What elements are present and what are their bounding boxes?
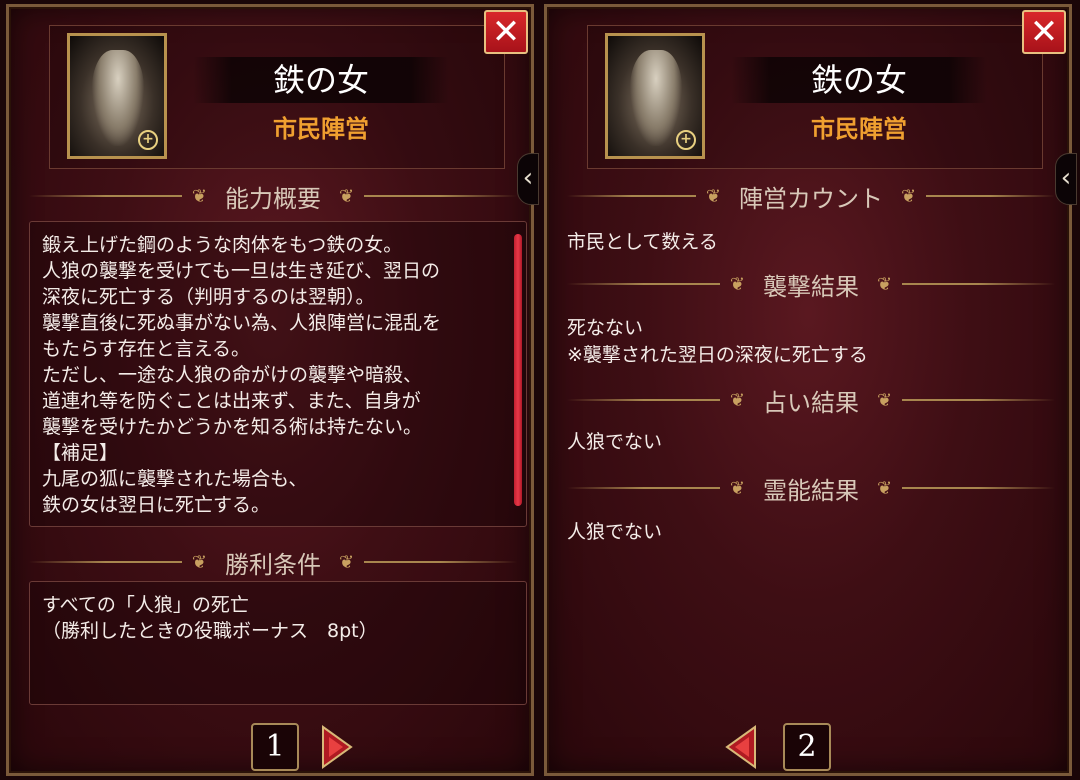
section-win-header: ❦ 勝利条件 ❦	[29, 545, 517, 579]
ability-text-box[interactable]: 鍛え上げた鋼のような肉体をもつ鉄の女。 人狼の襲撃を受けても一旦は生き延び、翌日…	[29, 221, 527, 527]
arrow-left-icon[interactable]	[725, 723, 759, 771]
zoom-icon[interactable]: +	[676, 130, 696, 150]
ornament-icon: ❦	[729, 389, 745, 411]
section-title: 霊能結果	[763, 476, 859, 505]
chevron-left-icon[interactable]: ‹	[1055, 153, 1077, 205]
section-title: 勝利条件	[225, 550, 321, 579]
section-title: 襲撃結果	[763, 272, 859, 301]
ornament-icon: ❦	[877, 477, 893, 499]
ornament-icon: ❦	[877, 273, 893, 295]
ornament-icon: ❦	[901, 185, 917, 207]
role-faction: 市民陣営	[273, 115, 369, 143]
section-text: 市民として数える	[567, 231, 718, 253]
section-text: 人狼でない	[567, 431, 663, 453]
role-name: 鉄の女	[731, 57, 987, 103]
arrow-right-icon[interactable]	[319, 723, 353, 771]
role-faction: 市民陣営	[811, 115, 907, 143]
portrait-figure	[92, 50, 144, 146]
section-title: 能力概要	[225, 184, 321, 213]
ornament-icon: ❦	[339, 185, 355, 207]
section-header: ❦ 占い結果 ❦	[567, 383, 1055, 417]
scrollbar[interactable]	[514, 234, 522, 506]
role-name: 鉄の女	[193, 57, 449, 103]
section-header: ❦ 霊能結果 ❦	[567, 471, 1055, 505]
close-icon: ✕	[491, 12, 521, 52]
ornament-icon: ❦	[191, 185, 207, 207]
zoom-icon[interactable]: +	[138, 130, 158, 150]
ornament-icon: ❦	[877, 389, 893, 411]
win-text-box: すべての「人狼」の死亡 （勝利したときの役職ボーナス 8pt）	[29, 581, 527, 705]
close-button[interactable]: ✕	[1022, 10, 1066, 54]
section-text: 死なない ※襲撃された翌日の深夜に死亡する	[567, 317, 868, 366]
close-icon: ✕	[1029, 12, 1059, 52]
page-number: 2	[783, 723, 831, 771]
win-condition-text: すべての「人狼」の死亡 （勝利したときの役職ボーナス 8pt）	[42, 594, 378, 642]
ornament-icon: ❦	[191, 551, 207, 573]
chevron-left-icon[interactable]: ‹	[517, 153, 539, 205]
ornament-icon: ❦	[729, 477, 745, 499]
role-card-page-1: + 鉄の女 市民陣営 ✕ ‹ ❦ 能力概要 ❦ 鍛え上げた鋼のような肉体をもつ鉄…	[6, 4, 539, 776]
ability-text: 鍛え上げた鋼のような肉体をもつ鉄の女。 人狼の襲撃を受けても一旦は生き延び、翌日…	[42, 234, 442, 516]
close-button[interactable]: ✕	[484, 10, 528, 54]
section-text: 人狼でない	[567, 521, 663, 543]
section-title: 陣営カウント	[739, 184, 883, 213]
ornament-icon: ❦	[339, 551, 355, 573]
role-card-page-2: + 鉄の女 市民陣営 ✕ ‹ ❦ 陣営カウント ❦ 市民として数える ❦ 襲撃結…	[544, 4, 1077, 776]
section-title: 占い結果	[763, 388, 859, 417]
ornament-icon: ❦	[729, 273, 745, 295]
section-header: ❦ 陣営カウント ❦	[567, 179, 1055, 213]
page-number: 1	[251, 723, 299, 771]
portrait-figure	[630, 50, 682, 146]
section-ability-header: ❦ 能力概要 ❦	[29, 179, 517, 213]
role-portrait[interactable]: +	[67, 33, 167, 159]
section-header: ❦ 襲撃結果 ❦	[567, 267, 1055, 301]
ornament-icon: ❦	[705, 185, 721, 207]
role-portrait[interactable]: +	[605, 33, 705, 159]
